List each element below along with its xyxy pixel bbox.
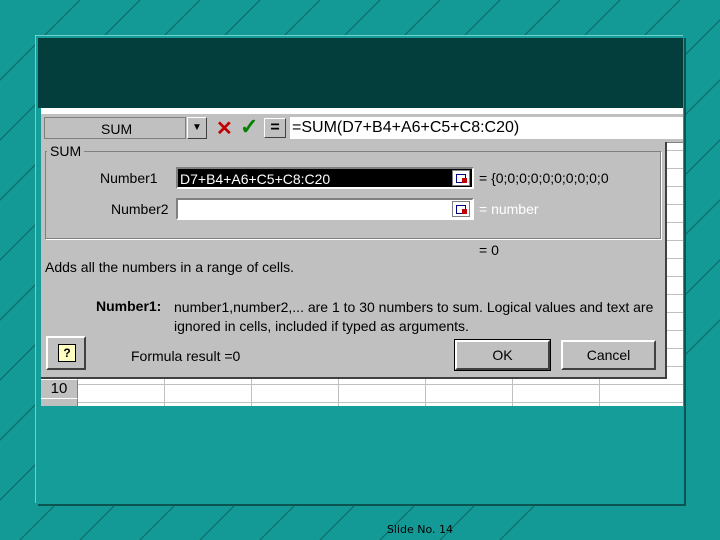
number1-input[interactable]: D7+B4+A6+C5+C8:C20 (176, 167, 474, 189)
row-header[interactable]: 10 (41, 380, 78, 398)
slide-number: Slide No. 14 (386, 523, 454, 536)
number2-result: = number (479, 201, 539, 217)
number2-label: Number2 (111, 201, 169, 217)
name-box-dropdown-button[interactable]: ▼ (187, 117, 207, 139)
formula-input[interactable]: =SUM(D7+B4+A6+C5+C8:C20) (290, 117, 683, 139)
total-result: = 0 (479, 242, 499, 258)
name-box[interactable]: SUM (44, 117, 186, 139)
number1-label: Number1 (100, 170, 158, 186)
collapse-dialog-icon[interactable] (452, 170, 470, 186)
number1-result: = {0;0;0;0;0;0;0;0;0;0 (479, 170, 609, 186)
cancel-x-icon[interactable]: ✕ (216, 116, 233, 141)
arguments-group (45, 151, 661, 239)
formula-result: Formula result =0 (131, 348, 241, 364)
function-name-label: SUM (47, 143, 85, 159)
number2-input[interactable] (176, 198, 474, 220)
argument-description: number1,number2,... are 1 to 30 numbers … (174, 299, 654, 334)
function-description: Adds all the numbers in a range of cells… (45, 259, 295, 275)
help-button[interactable]: ? (46, 336, 86, 370)
collapse-dialog-icon[interactable] (452, 201, 470, 217)
edit-formula-button[interactable]: = (264, 118, 286, 138)
argument-name: Number1: (96, 298, 162, 314)
enter-check-icon[interactable]: ✓ (240, 114, 258, 140)
ok-button[interactable]: OK (454, 339, 551, 371)
cancel-button[interactable]: Cancel (561, 340, 656, 370)
frame-header (38, 38, 683, 108)
help-icon: ? (58, 344, 76, 362)
row-header[interactable] (41, 399, 78, 406)
number1-value: D7+B4+A6+C5+C8:C20 (180, 171, 331, 187)
